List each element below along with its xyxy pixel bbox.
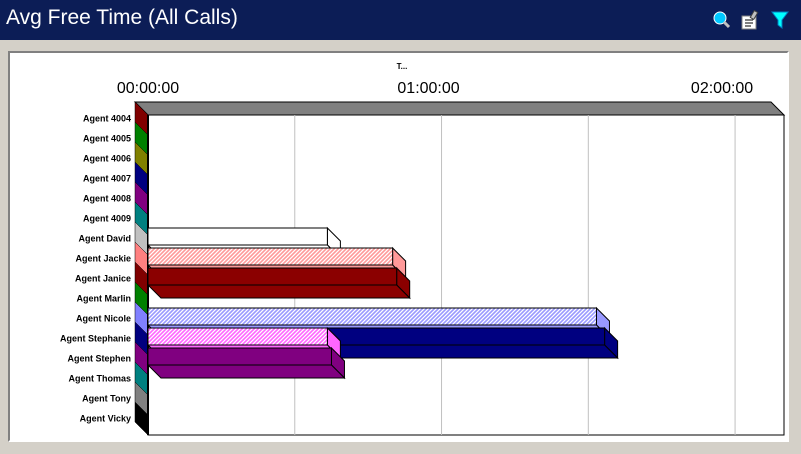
bar xyxy=(147,327,328,346)
bar-bottom xyxy=(146,284,411,299)
category-label: Agent Vicky xyxy=(80,413,131,423)
x-axis-title: T... xyxy=(397,62,408,71)
x-tick-label: 00:00:00 xyxy=(117,80,179,97)
filter-icon[interactable] xyxy=(770,10,790,30)
magnifier-icon[interactable] xyxy=(712,10,732,30)
category-label: Agent David xyxy=(78,233,131,243)
category-label: Agent 4006 xyxy=(83,153,131,163)
bar xyxy=(147,227,328,246)
category-label: Agent 4007 xyxy=(83,173,131,183)
top-wall xyxy=(133,101,786,116)
window-title: Avg Free Time (All Calls) xyxy=(6,6,238,29)
chart-panel: 00:00:00 01:00:00 02:00:00 T... Agent 4004 Ag… xyxy=(8,51,789,442)
window-titlebar: Avg Free Time (All Calls) xyxy=(0,0,801,40)
x-tick-label: 02:00:00 xyxy=(691,80,753,97)
category-label: Agent Stephen xyxy=(67,353,131,363)
bar xyxy=(147,347,332,366)
properties-icon[interactable] xyxy=(741,9,761,30)
x-tick-label: 01:00:00 xyxy=(397,80,459,97)
bar xyxy=(147,267,398,286)
category-label: Agent 4009 xyxy=(83,213,131,223)
report-window: Avg Free Time (All Calls) 00:00:00 01:00:… xyxy=(0,0,801,454)
category-label: Agent Stephanie xyxy=(60,333,131,343)
category-label: Agent 4004 xyxy=(83,113,131,123)
category-label: Agent Marlin xyxy=(76,293,131,303)
bar xyxy=(147,307,597,326)
bar-bottom xyxy=(146,364,346,379)
category-label: Agent Nicole xyxy=(76,313,131,323)
category-label: Agent Tony xyxy=(82,393,131,403)
category-label: Agent Jackie xyxy=(75,253,131,263)
category-label: Agent 4008 xyxy=(83,193,131,203)
category-label: Agent Thomas xyxy=(68,373,131,383)
bar-chart: 00:00:00 01:00:00 02:00:00 T... Agent 4004 Ag… xyxy=(60,62,786,436)
bar xyxy=(147,247,394,266)
category-label: Agent 4005 xyxy=(83,133,131,143)
category-label: Agent Janice xyxy=(75,273,131,283)
